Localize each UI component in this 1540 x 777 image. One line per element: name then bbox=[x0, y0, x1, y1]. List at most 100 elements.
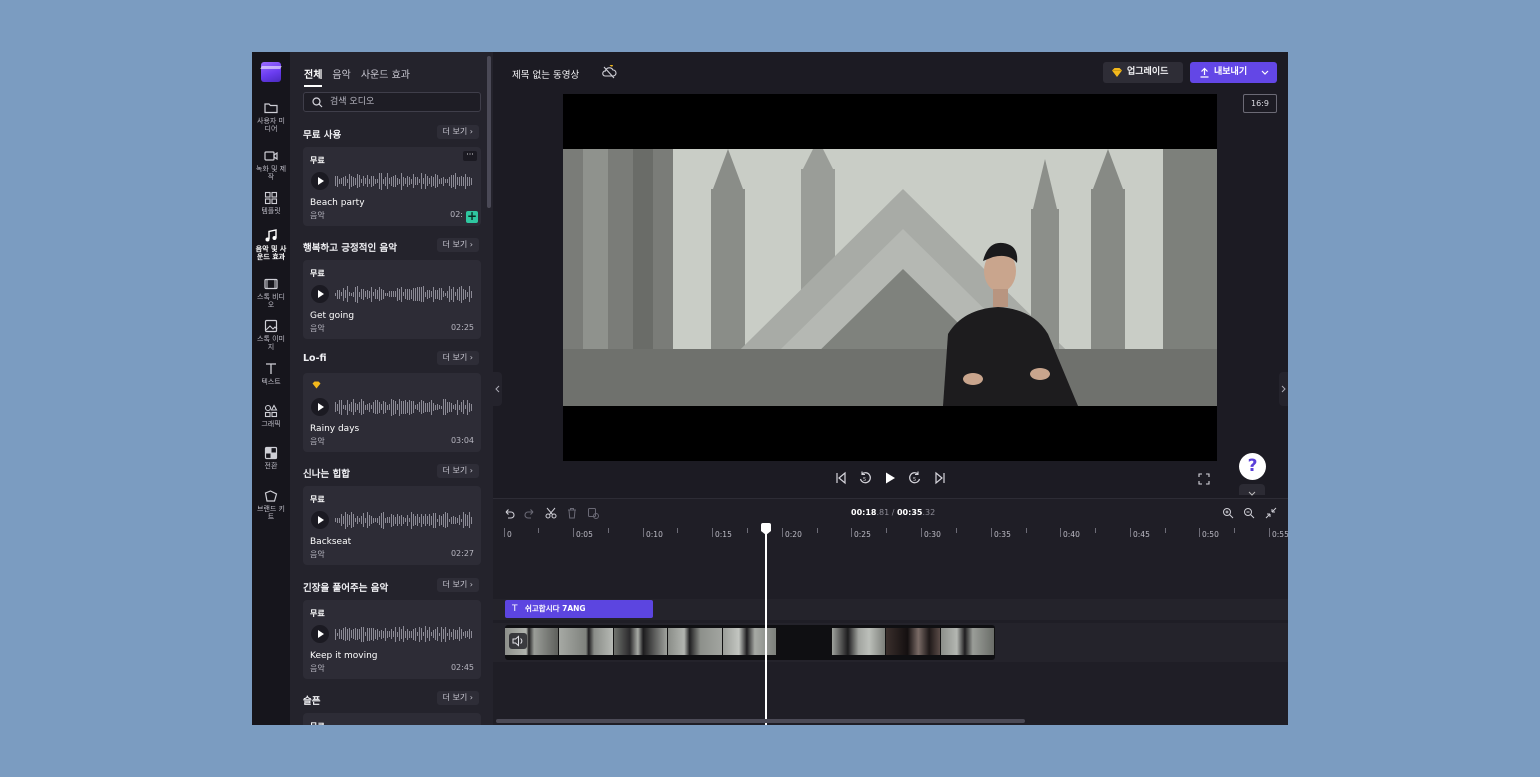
fullscreen-icon[interactable] bbox=[1198, 473, 1210, 485]
playhead[interactable] bbox=[761, 523, 771, 725]
rail-graphics[interactable]: 그래픽 bbox=[252, 403, 290, 429]
play-button[interactable] bbox=[311, 511, 329, 529]
see-more-button[interactable]: 더 보기 › bbox=[436, 238, 479, 252]
waveform bbox=[335, 284, 473, 304]
project-title[interactable]: 제목 없는 동영상 bbox=[512, 67, 579, 81]
rail-label: 텍스트 bbox=[261, 378, 281, 386]
scissors-icon[interactable] bbox=[545, 507, 557, 519]
rail-label: 스톡 이미지 bbox=[257, 335, 285, 351]
brand-kit-icon bbox=[264, 490, 278, 502]
rail-label: 녹화 및 제작 bbox=[255, 165, 287, 181]
audio-panel: 전체 음악 사운드 효과 무료 사용 더 보기 › 무료 ··· Beach p… bbox=[290, 52, 493, 725]
timeline-scrollbar[interactable] bbox=[496, 719, 1025, 723]
music-icon bbox=[265, 229, 277, 242]
see-more-button[interactable]: 더 보기 › bbox=[436, 691, 479, 705]
collapse-left-button[interactable] bbox=[493, 372, 502, 406]
track-duration: 03:04 bbox=[450, 436, 474, 445]
video-preview[interactable] bbox=[563, 94, 1217, 461]
audio-card[interactable]: 무료 bbox=[303, 713, 481, 725]
track-name: Rainy days bbox=[310, 424, 360, 434]
rail-your-media[interactable]: 사용자 미디어 bbox=[252, 100, 290, 133]
tab-sound-effects[interactable]: 사운드 효과 bbox=[361, 66, 410, 87]
redo-icon[interactable] bbox=[524, 507, 536, 519]
audio-card[interactable]: 무료 Keep it moving 음악 02:45 bbox=[303, 600, 481, 679]
play-button[interactable] bbox=[311, 285, 329, 303]
play-button[interactable] bbox=[311, 172, 329, 190]
trash-icon[interactable] bbox=[566, 507, 578, 519]
audio-card[interactable]: 무료 ··· Beach party 음악 02: + bbox=[303, 147, 481, 226]
zoom-out-icon[interactable] bbox=[1243, 507, 1255, 519]
skip-forward-icon[interactable] bbox=[933, 471, 947, 485]
tab-all[interactable]: 전체 bbox=[304, 66, 323, 87]
track-kind: 음악 bbox=[310, 437, 325, 446]
free-badge: 무료 bbox=[310, 269, 325, 278]
text-clip-label: 쉬고합시다 7ANG bbox=[525, 604, 586, 613]
audio-card[interactable]: 무료 Get going 음악 02:25 bbox=[303, 260, 481, 339]
graphics-icon bbox=[264, 404, 278, 418]
section-lofi: Lo-fi 더 보기 › Rainy days 음악 03:04 bbox=[303, 351, 481, 452]
chevron-down-icon bbox=[1261, 70, 1269, 75]
track-name: Keep it moving bbox=[310, 651, 378, 661]
see-more-button[interactable]: 더 보기 › bbox=[436, 351, 479, 365]
text-icon bbox=[266, 363, 276, 374]
audio-card[interactable]: 무료 Backseat 음악 02:27 bbox=[303, 486, 481, 565]
rail-transitions[interactable]: 전환 bbox=[252, 445, 290, 471]
track-duration: 02: bbox=[450, 210, 463, 219]
section-title: Lo-fi bbox=[303, 353, 327, 364]
track-kind: 음악 bbox=[310, 664, 325, 673]
premium-gem-icon bbox=[312, 381, 321, 389]
more-options-icon[interactable]: ··· bbox=[463, 151, 477, 161]
search-box[interactable] bbox=[303, 92, 481, 112]
collapse-timeline-button[interactable] bbox=[1239, 484, 1265, 496]
tab-music[interactable]: 음악 bbox=[332, 66, 350, 87]
see-more-button[interactable]: 더 보기 › bbox=[436, 578, 479, 592]
fit-to-window-icon[interactable] bbox=[1265, 507, 1277, 519]
timecode: 00:18.81 / 00:35.32 bbox=[851, 508, 936, 517]
rail-music-sfx[interactable]: 음악 및 사운드 효과 bbox=[252, 228, 290, 261]
export-button[interactable]: 내보내기 bbox=[1190, 62, 1277, 83]
rail-brand-kit[interactable]: 브랜드 키트 bbox=[252, 488, 290, 521]
panel-scrollbar[interactable] bbox=[487, 56, 491, 208]
panel-tabs: 전체 음악 사운드 효과 bbox=[304, 66, 410, 87]
video-clip[interactable] bbox=[505, 625, 995, 660]
search-input[interactable] bbox=[330, 95, 470, 109]
rail-stock-video[interactable]: 스톡 비디오 bbox=[252, 276, 290, 309]
play-icon[interactable] bbox=[883, 471, 897, 485]
help-button[interactable]: ? bbox=[1239, 453, 1266, 480]
undo-icon[interactable] bbox=[503, 507, 515, 519]
play-button[interactable] bbox=[311, 625, 329, 643]
rail-stock-images[interactable]: 스톡 이미지 bbox=[252, 318, 290, 351]
section-title: 슬픈 bbox=[303, 696, 321, 707]
track-name: Beach party bbox=[310, 198, 365, 208]
waveform bbox=[335, 171, 473, 191]
text-clip[interactable]: T 쉬고합시다 7ANG bbox=[505, 600, 653, 618]
audio-card[interactable]: Rainy days 음악 03:04 bbox=[303, 373, 481, 452]
zoom-in-icon[interactable] bbox=[1222, 507, 1234, 519]
rewind-5s-icon[interactable]: 5 bbox=[858, 471, 872, 485]
play-button[interactable] bbox=[311, 398, 329, 416]
upgrade-button[interactable]: 업그레이드 bbox=[1103, 62, 1183, 83]
app-logo bbox=[261, 62, 281, 82]
waveform bbox=[335, 510, 473, 530]
chevron-left-icon bbox=[495, 385, 500, 393]
time-ruler[interactable]: 0 0:05 0:10 0:15 0:20 0:25 0:30 0:35 0:4… bbox=[493, 525, 1288, 541]
rail-templates[interactable]: 템플릿 bbox=[252, 190, 290, 216]
skip-back-icon[interactable] bbox=[834, 471, 848, 485]
rail-label: 사용자 미디어 bbox=[257, 117, 285, 133]
duplicate-icon[interactable] bbox=[587, 507, 599, 519]
rail-text[interactable]: 텍스트 bbox=[252, 361, 290, 387]
mute-clip-button[interactable] bbox=[509, 633, 527, 649]
free-badge: 무료 bbox=[310, 609, 325, 618]
see-more-button[interactable]: 더 보기 › bbox=[436, 125, 479, 139]
camera-icon bbox=[264, 151, 278, 161]
video-frame bbox=[563, 149, 1217, 406]
waveform bbox=[335, 624, 473, 644]
section-hiphop: 신나는 힙합 더 보기 › 무료 Backseat 음악 02:27 bbox=[303, 464, 481, 565]
forward-5s-icon[interactable]: 5 bbox=[908, 471, 922, 485]
rail-record-create[interactable]: 녹화 및 제작 bbox=[252, 148, 290, 181]
add-to-timeline-button[interactable]: + bbox=[466, 210, 478, 223]
collapse-right-button[interactable] bbox=[1279, 372, 1288, 406]
see-more-button[interactable]: 더 보기 › bbox=[436, 464, 479, 478]
aspect-ratio-button[interactable]: 16:9 bbox=[1243, 94, 1277, 113]
section-happy-positive: 행복하고 긍정적인 음악 더 보기 › 무료 Get going 음악 02:2… bbox=[303, 238, 481, 339]
